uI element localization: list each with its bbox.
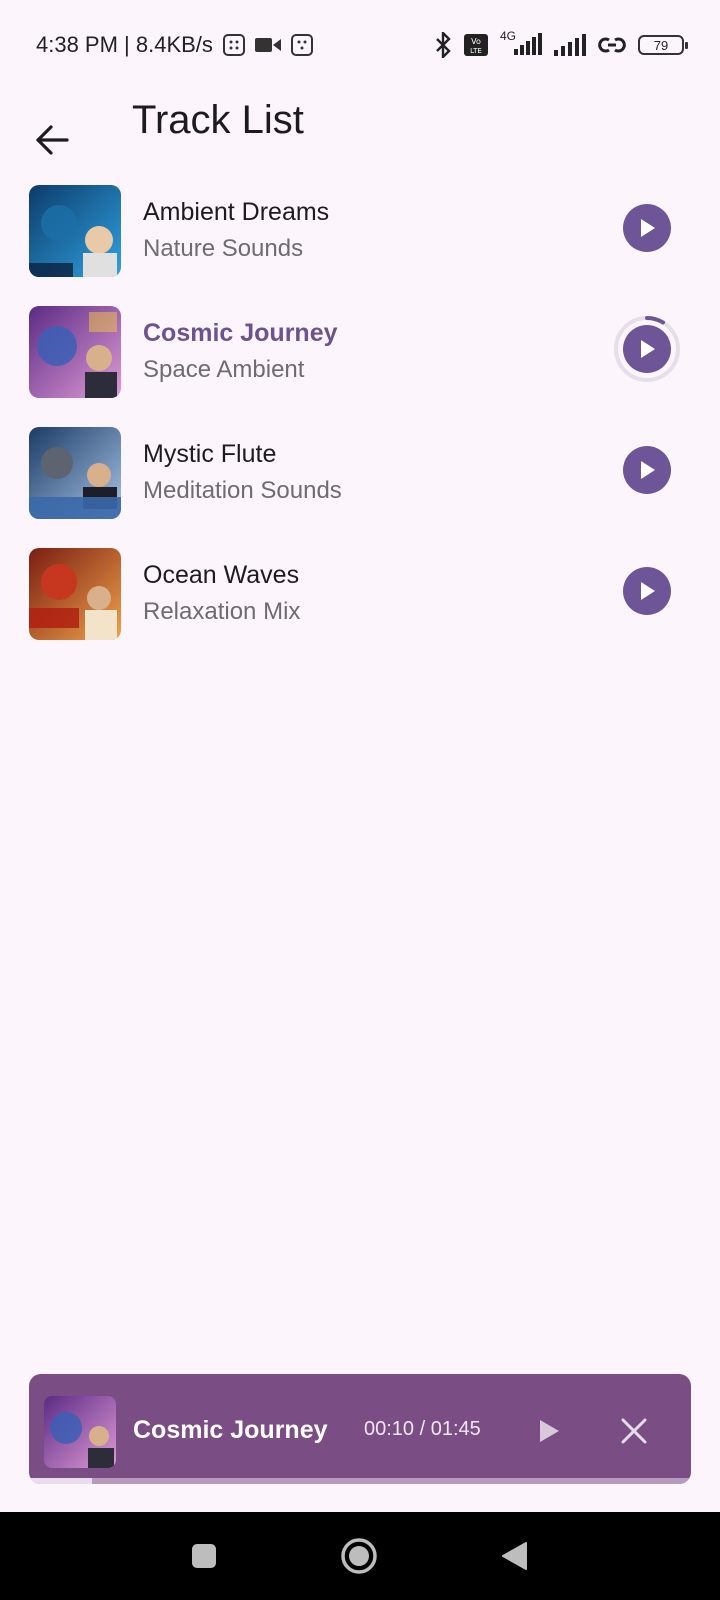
mini-player-time: 00:10 / 01:45 (364, 1418, 481, 1440)
app-notification-icon-2 (290, 34, 313, 56)
play-button[interactable] (623, 567, 671, 615)
playback-progress-fill (29, 1478, 92, 1484)
track-title: Ocean Waves (143, 561, 300, 589)
play-icon (641, 340, 655, 358)
link-icon (598, 34, 626, 56)
video-camera-icon (254, 36, 281, 54)
track-row[interactable]: Ocean Waves Relaxation Mix (0, 543, 720, 664)
back-button[interactable] (30, 118, 74, 162)
play-button[interactable] (623, 325, 671, 373)
track-title: Ambient Dreams (143, 198, 330, 226)
track-artwork (29, 548, 121, 640)
battery-icon: 79 (638, 35, 688, 55)
recent-apps-button[interactable] (184, 1536, 224, 1576)
battery-level: 79 (653, 37, 669, 53)
network-type-label: 4G (500, 29, 517, 43)
square-icon (192, 1544, 216, 1568)
track-artwork (29, 185, 121, 277)
back-nav-button[interactable] (495, 1536, 535, 1576)
track-row[interactable]: Ambient Dreams Nature Sounds (0, 180, 720, 301)
signal-icon (554, 34, 586, 56)
signal-4g-icon: 4G (500, 29, 542, 57)
mini-player-artwork (44, 1396, 116, 1468)
arrow-left-icon (36, 125, 69, 155)
home-button[interactable] (339, 1536, 379, 1576)
track-title: Cosmic Journey (143, 319, 338, 347)
play-icon (641, 582, 655, 600)
home-circle-icon (341, 1538, 377, 1574)
play-button[interactable] (623, 446, 671, 494)
track-title: Mystic Flute (143, 440, 277, 468)
track-artwork (29, 427, 121, 519)
track-row[interactable]: Mystic Flute Meditation Sounds (0, 422, 720, 543)
track-subtitle: Space Ambient (143, 356, 305, 383)
app-notification-icon (222, 34, 245, 56)
track-list: Ambient Dreams Nature Sounds Cosmic Jour… (0, 180, 720, 664)
track-subtitle: Nature Sounds (143, 235, 304, 262)
close-icon (621, 1418, 647, 1444)
mini-player[interactable]: Cosmic Journey 00:10 / 01:45 (29, 1374, 691, 1484)
mini-player-title: Cosmic Journey (133, 1416, 328, 1444)
track-subtitle: Relaxation Mix (143, 598, 301, 625)
playback-progress-bar[interactable] (29, 1478, 691, 1484)
triangle-back-icon (502, 1542, 527, 1570)
bluetooth-icon (434, 32, 452, 58)
mini-player-close-button[interactable] (614, 1411, 654, 1451)
svg-text:LTE: LTE (470, 47, 482, 55)
page-title: Track List (132, 98, 304, 142)
svg-text:Vo: Vo (471, 37, 481, 46)
play-icon (641, 461, 655, 479)
track-subtitle: Meditation Sounds (143, 477, 342, 504)
play-button[interactable] (623, 204, 671, 252)
system-navigation-bar (0, 1512, 720, 1600)
mini-player-play-button[interactable] (529, 1411, 569, 1451)
track-artwork (29, 306, 121, 398)
status-bar: 4:38 PM | 8.4KB/s Vo LTE 4G 79 (0, 0, 720, 90)
status-time: 4:38 PM | 8.4KB/s (36, 32, 213, 57)
track-row[interactable]: Cosmic Journey Space Ambient (0, 301, 720, 422)
play-icon (540, 1420, 559, 1442)
volte-icon: Vo LTE (464, 34, 488, 56)
play-icon (641, 219, 655, 237)
